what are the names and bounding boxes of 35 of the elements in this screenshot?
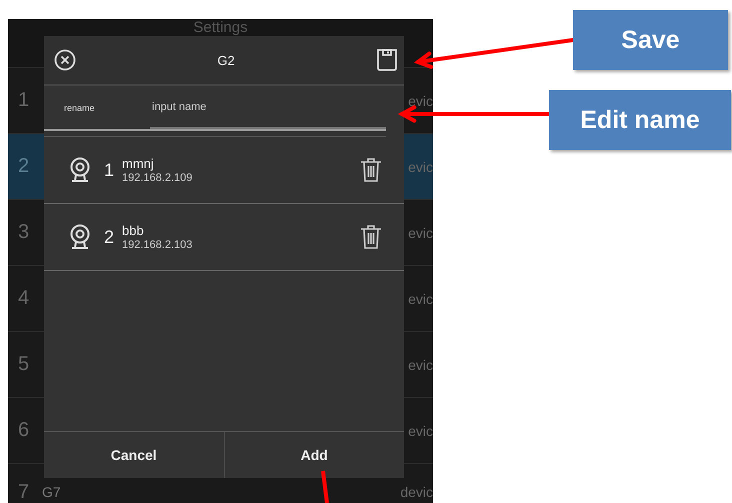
save-button[interactable] (376, 48, 398, 72)
row-number: 7 (18, 483, 30, 501)
rename-label: rename (64, 102, 96, 112)
row-number: 6 (18, 419, 30, 442)
row-label: evic (408, 422, 433, 438)
row-label: evic (408, 158, 433, 174)
device-index: 1 (104, 160, 114, 180)
row-number: 5 (18, 353, 30, 376)
close-button[interactable] (54, 49, 76, 71)
row-label: evic (408, 356, 433, 372)
device-name: mmnj (122, 156, 155, 170)
device-name: bbb (122, 222, 145, 238)
device-ip: 192.168.2.103 (122, 238, 194, 252)
row-label: evic (408, 290, 433, 306)
row-label: evic (408, 224, 433, 240)
screen-title: Settings (193, 19, 248, 36)
webcam-icon (70, 224, 90, 250)
trash-icon[interactable] (360, 157, 382, 183)
row-number: 3 (18, 221, 30, 244)
name-input-field[interactable]: input name (150, 86, 386, 128)
add-button[interactable]: Add (224, 432, 404, 478)
callout-label: Edit name (549, 90, 731, 150)
trash-icon[interactable] (360, 224, 382, 250)
device-ip: 192.168.2.109 (122, 171, 194, 184)
row-number: 4 (18, 287, 30, 310)
row-number: 1 (18, 89, 30, 112)
device-index: 2 (104, 226, 114, 248)
row-label: devic (400, 483, 433, 501)
row-name: G7 (42, 483, 61, 501)
dialog-title: G2 (216, 52, 236, 68)
row-label: evic (408, 92, 433, 108)
callout-label: Save (573, 10, 728, 70)
webcam-icon (70, 157, 90, 183)
row-number: 2 (18, 155, 30, 178)
close-icon (54, 49, 76, 71)
